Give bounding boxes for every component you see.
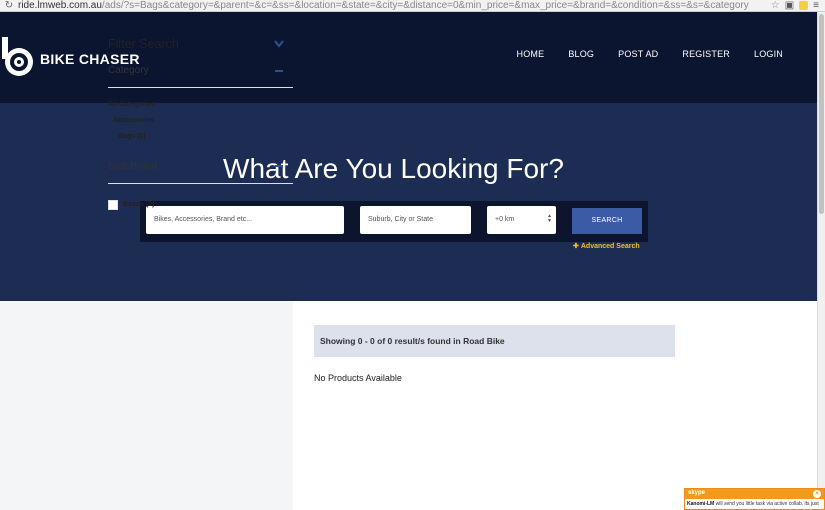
category-bags[interactable]: Bags (0) [118,133,146,140]
advanced-search-label: Advanced Search [580,243,640,250]
page: ↻ ride.lmweb.com.au/ads/?s=Bags&category… [0,0,825,510]
brand-heading[interactable]: Bike Brand [108,161,157,172]
advanced-search-link[interactable]: ✚ Advanced Search [573,242,640,250]
chat-sender: Kanomi-LM [687,501,715,507]
empty-results-message: No Products Available [314,373,402,383]
chat-text: will send you little task via active col… [715,501,819,507]
plus-icon: ✚ [573,243,579,250]
nav-register[interactable]: REGISTER [682,49,730,59]
collapse-category-icon[interactable] [275,70,283,72]
main-nav: HOME BLOG POST AD REGISTER LOGIN [493,49,784,59]
divider [108,183,293,184]
extensions-area: ☆ ▣ ≡ [749,0,825,12]
divider [108,87,293,88]
filter-sidebar [0,301,293,510]
search-button[interactable]: SEARCH [572,208,642,234]
distance-select[interactable]: +0 km ▲ ▼ [487,206,556,234]
url-path: /ads/?s=Bags&category=&parent=&c=&ss=&lo… [101,0,749,11]
chevron-down-icon[interactable] [274,40,284,48]
spinner-arrows-icon[interactable]: ▲ ▼ [547,214,552,224]
menu-icon[interactable]: ≡ [813,0,819,12]
location-input[interactable]: Suburb, City or State [360,206,471,234]
nav-post-ad[interactable]: POST AD [618,49,658,59]
brand-basso-label[interactable]: Basso (2) [123,201,155,208]
distance-value: +0 km [495,216,515,223]
nav-login[interactable]: LOGIN [754,49,783,59]
chat-message: Kanomi-LM will send you little task via … [685,499,824,509]
extension-badge-icon[interactable] [799,1,809,10]
results-summary: Showing 0 - 0 of 0 result/s found in Roa… [320,336,505,346]
chat-header: skype × [685,489,824,499]
logo-gear-icon [2,37,33,76]
page-scrollbar[interactable] [817,12,825,510]
brand-basso-checkbox[interactable] [108,200,118,210]
bookmark-star-icon[interactable]: ☆ [771,0,780,12]
category-accessories[interactable]: Accessories [113,117,154,124]
extension-icon[interactable]: ▣ [785,0,794,12]
collapse-brand-icon[interactable] [275,165,283,167]
nav-blog[interactable]: BLOG [568,49,594,59]
scrollbar-thumb[interactable] [819,14,824,214]
reload-icon[interactable]: ↻ [0,0,18,12]
keyword-input[interactable]: Bikes, Accessories, Brand etc... [146,206,344,234]
url-host: ride.lmweb.com.au [18,0,102,11]
chat-notification[interactable]: skype × Kanomi-LM will send you little t… [684,488,825,510]
filter-title[interactable]: Filter Search [108,37,179,51]
close-icon[interactable]: × [813,490,821,498]
site-header: BIKE CHASER HOME BLOG POST AD REGISTER L… [0,12,817,103]
category-all[interactable]: All Categories [108,101,155,108]
category-heading[interactable]: Category [108,65,149,76]
chat-app-logo: skype [688,490,706,496]
browser-toolbar: ↻ ride.lmweb.com.au/ads/?s=Bags&category… [0,0,825,12]
nav-home[interactable]: HOME [517,49,545,59]
address-bar[interactable]: ride.lmweb.com.au/ads/?s=Bags&category=&… [18,0,749,12]
search-bar: Bikes, Accessories, Brand etc... Suburb,… [140,201,648,242]
results-summary-bar: Showing 0 - 0 of 0 result/s found in Roa… [314,325,675,357]
